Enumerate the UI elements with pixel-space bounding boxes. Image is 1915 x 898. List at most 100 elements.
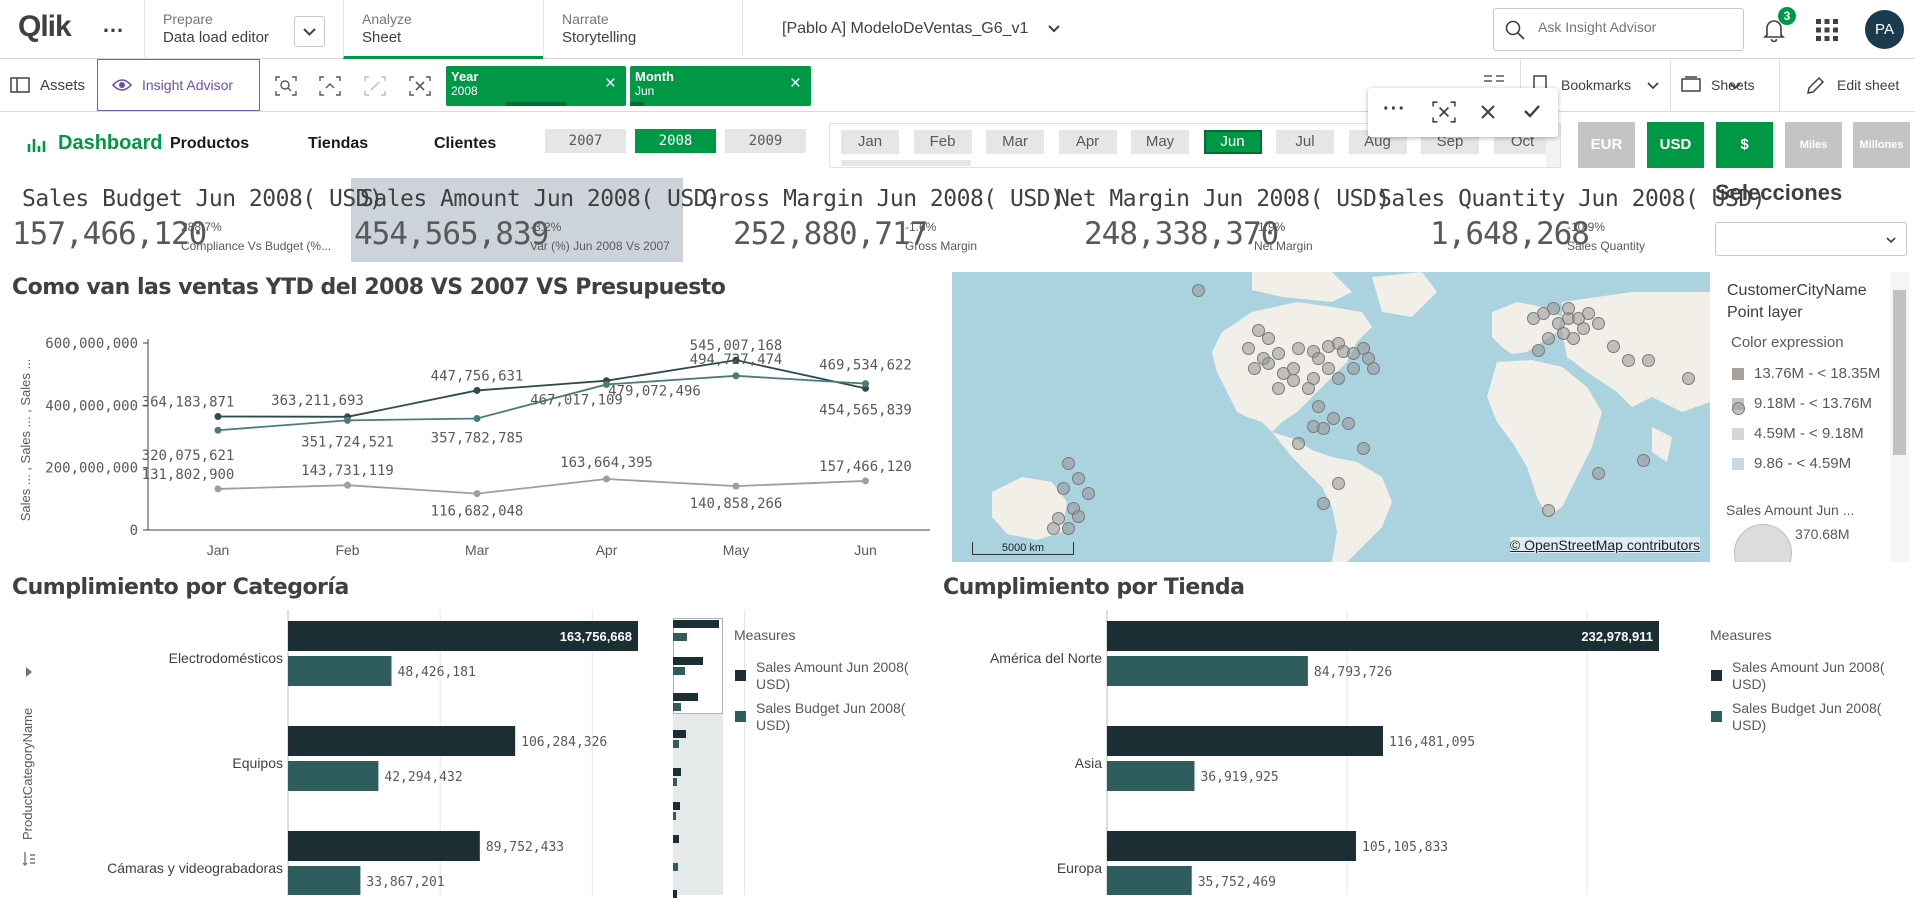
series-0-point-0[interactable]: [214, 412, 222, 420]
month-option-apr[interactable]: Apr: [1058, 130, 1117, 154]
map-point[interactable]: [1592, 467, 1605, 480]
bookmarks-button[interactable]: Bookmarks: [1561, 77, 1631, 93]
series-2-point-5[interactable]: [862, 477, 869, 485]
map-point[interactable]: [1642, 354, 1655, 367]
map-point[interactable]: [1347, 362, 1360, 375]
bar-1-1[interactable]: [288, 761, 379, 791]
edit-sheet-button[interactable]: Edit sheet: [1837, 77, 1899, 93]
map-point[interactable]: [1622, 354, 1635, 367]
chevron-down-icon[interactable]: [1727, 77, 1743, 93]
series-1-point-4[interactable]: [732, 372, 740, 380]
map-point[interactable]: [1072, 510, 1085, 523]
series-1-point-5[interactable]: [862, 380, 869, 388]
bar-2-0[interactable]: [288, 831, 480, 861]
map-point[interactable]: [1542, 332, 1555, 345]
bar-2-0[interactable]: [1107, 831, 1357, 861]
map-point[interactable]: [1567, 332, 1580, 345]
map-point[interactable]: [1532, 344, 1545, 357]
month-option-jun[interactable]: Jun: [1203, 130, 1262, 154]
map-point[interactable]: [1057, 482, 1070, 495]
map-point[interactable]: [1607, 340, 1620, 353]
bar-1-0[interactable]: [288, 726, 516, 756]
currency-millones[interactable]: Millones: [1853, 122, 1910, 168]
currency-dollar[interactable]: $: [1716, 122, 1773, 168]
tab-tiendas[interactable]: Tiendas: [308, 135, 368, 153]
map-point[interactable]: [1047, 522, 1060, 535]
map-point[interactable]: [1357, 442, 1370, 455]
chevron-down-icon[interactable]: [1044, 19, 1064, 39]
map-point[interactable]: [1332, 477, 1345, 490]
series-2-point-3[interactable]: [603, 475, 610, 483]
currency-eur[interactable]: EUR: [1578, 122, 1635, 168]
tienda-bar-chart[interactable]: América del Norte 232,978,911 84,793,726 As…: [940, 605, 1700, 895]
month-option-jul[interactable]: Jul: [1276, 130, 1334, 154]
bar-1-0[interactable]: [1107, 726, 1383, 756]
bar-0-0[interactable]: [1107, 621, 1659, 651]
more-options-icon[interactable]: ···: [1383, 98, 1406, 121]
series-1-point-1[interactable]: [344, 416, 351, 424]
map-point[interactable]: [1592, 317, 1605, 330]
map-point[interactable]: [1262, 332, 1275, 345]
app-title-text[interactable]: [Pablo A] ModeloDeVentas_G6_v1: [782, 20, 1028, 38]
series-2-point-2[interactable]: [473, 490, 481, 498]
map-point[interactable]: [1262, 357, 1275, 370]
map-point[interactable]: [1637, 454, 1650, 467]
map-point[interactable]: [1292, 342, 1305, 355]
bar-1-1[interactable]: [1107, 761, 1195, 791]
nav-analyze[interactable]: Analyze Sheet: [343, 0, 543, 59]
prepare-dropdown-button[interactable]: [294, 16, 325, 47]
assets-button[interactable]: Assets: [40, 77, 85, 94]
confirm-icon[interactable]: [1523, 103, 1541, 119]
clear-selection-icon[interactable]: [1432, 101, 1456, 123]
currency-usd[interactable]: USD: [1647, 122, 1704, 168]
selection-tool-icon[interactable]: [319, 76, 341, 96]
map-point[interactable]: [1547, 302, 1560, 315]
map-point[interactable]: [1062, 522, 1075, 535]
step-forward-icon[interactable]: [364, 76, 386, 96]
series-0-point-2[interactable]: [473, 386, 481, 394]
month-option-feb[interactable]: Feb: [913, 130, 972, 154]
map-point[interactable]: [1292, 437, 1305, 450]
close-icon[interactable]: ×: [790, 73, 801, 95]
tab-productos[interactable]: Productos: [170, 135, 249, 153]
map-point[interactable]: [1342, 417, 1355, 430]
map-attribution[interactable]: © OpenStreetMap contributors: [1509, 537, 1700, 553]
map-point[interactable]: [1542, 504, 1555, 517]
map-point[interactable]: [1327, 412, 1340, 425]
selection-chip-year[interactable]: Year 2008 ×: [446, 66, 626, 106]
search-box[interactable]: [1493, 8, 1744, 51]
tab-clientes[interactable]: Clientes: [434, 135, 496, 153]
series-1-point-3[interactable]: [603, 380, 610, 388]
tab-dashboard[interactable]: Dashboard: [58, 132, 162, 155]
map-point[interactable]: [1272, 382, 1285, 395]
bar-0-1[interactable]: [1107, 656, 1308, 686]
map-point[interactable]: [1732, 402, 1745, 415]
clear-selections-icon[interactable]: [409, 76, 431, 96]
map-point[interactable]: [1062, 457, 1075, 470]
series-2-point-4[interactable]: [732, 482, 740, 490]
close-icon[interactable]: ×: [605, 73, 616, 95]
map-point[interactable]: [1248, 362, 1261, 375]
map-point[interactable]: [1302, 382, 1315, 395]
map-point[interactable]: [1287, 374, 1300, 387]
map-point[interactable]: [1682, 372, 1695, 385]
more-icon[interactable]: …: [102, 12, 124, 38]
chevron-down-icon[interactable]: [1645, 77, 1661, 93]
series-1-point-0[interactable]: [214, 426, 222, 434]
smart-search-icon[interactable]: [275, 76, 297, 96]
year-option-2009[interactable]: 2009: [725, 129, 806, 153]
series-2-point-1[interactable]: [344, 481, 351, 489]
legend-scroll-thumb[interactable]: [1893, 290, 1906, 455]
nav-narrate[interactable]: Narrate Storytelling: [543, 0, 743, 59]
map-point[interactable]: [1317, 422, 1330, 435]
app-title[interactable]: [742, 0, 752, 59]
map-point[interactable]: [1332, 372, 1345, 385]
apps-grid-icon[interactable]: [1815, 18, 1839, 42]
map-point[interactable]: [1082, 487, 1095, 500]
line-chart[interactable]: 0 200,000,000 400,000,000 600,000,000 Jan Feb…: [0, 310, 940, 570]
map-point[interactable]: [1367, 362, 1380, 375]
avatar[interactable]: PA: [1865, 10, 1904, 49]
bar-2-1[interactable]: [288, 866, 361, 895]
series-1-point-2[interactable]: [473, 414, 481, 422]
map-point[interactable]: [1317, 497, 1330, 510]
